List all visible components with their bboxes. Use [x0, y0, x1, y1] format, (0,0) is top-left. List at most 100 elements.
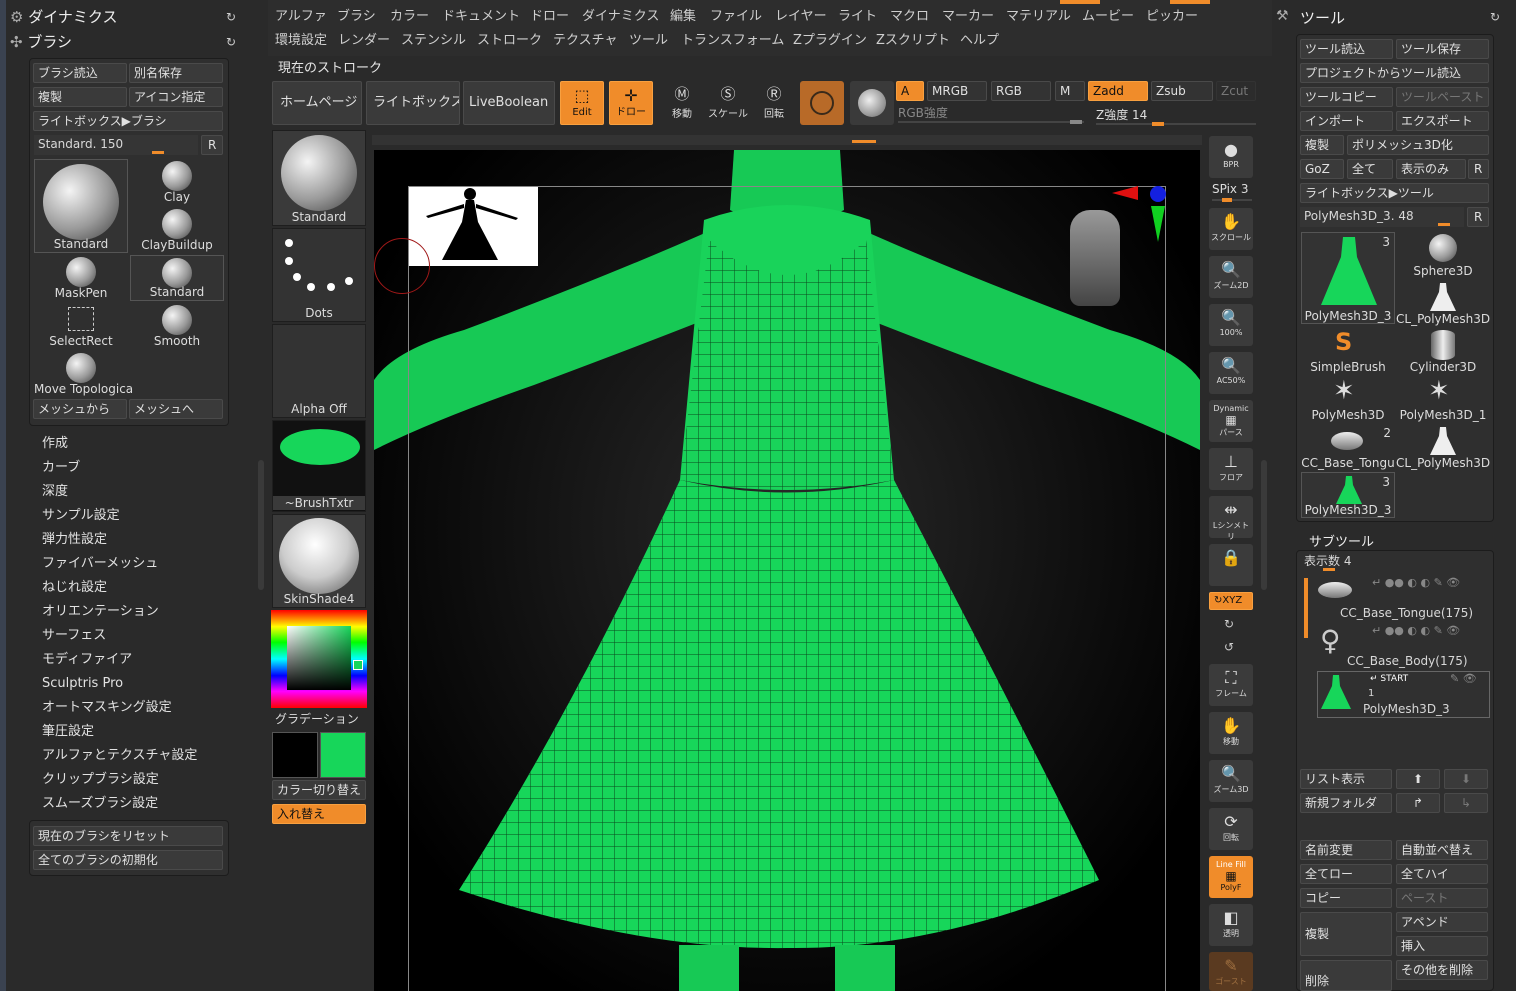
all-high-button[interactable]: 全てハイ [1396, 864, 1488, 884]
copy-subtool-button[interactable]: コピー [1300, 888, 1392, 908]
slider-thumb[interactable] [1152, 122, 1164, 126]
delete-button[interactable]: 削除 [1300, 960, 1392, 991]
menu-transform[interactable]: トランスフォーム [681, 30, 784, 52]
tool-cc-base-tongue[interactable]: 2 CC_Base_Tongu [1301, 424, 1395, 470]
brush-selectrect[interactable]: SelectRect [34, 303, 128, 349]
ac50-button[interactable]: 🔍 AC50% [1209, 352, 1253, 394]
brush-standard[interactable]: Standard [130, 255, 224, 301]
primary-color-swatch[interactable] [320, 732, 366, 778]
append-button[interactable]: アペンド [1396, 912, 1488, 932]
goz-all-button[interactable]: 全て [1347, 159, 1393, 179]
tool-cl-polymesh3d[interactable]: CL_PolyMesh3D [1396, 280, 1490, 326]
brush-claybuildup[interactable]: ClayBuildup [130, 207, 224, 253]
all-low-button[interactable]: 全てロー [1300, 864, 1392, 884]
list-view-button[interactable]: リスト表示 [1300, 769, 1392, 789]
navigation-head-icon[interactable] [1070, 210, 1120, 306]
brush-header[interactable]: ✣ ブラシ [10, 31, 72, 52]
canvas-viewport[interactable] [374, 150, 1200, 991]
menu-alpha[interactable]: アルファ [275, 6, 327, 28]
lightbox-tool-button[interactable]: ライトボックス▶ツール [1300, 183, 1489, 203]
lock-button[interactable]: 🔒 [1209, 544, 1253, 586]
tool-cylinder3d[interactable]: Cylinder3D [1396, 328, 1490, 374]
load-brush-button[interactable]: ブラシ読込 [33, 63, 127, 83]
tool-slider[interactable]: PolyMesh3D_3. 48 [1300, 207, 1464, 227]
mrgb-toggle[interactable]: MRGB [927, 81, 987, 101]
rgb-intensity-slider[interactable]: RGB強度 [898, 104, 1084, 124]
menu-fibermesh[interactable]: ファイバーメッシュ [42, 552, 232, 576]
insert-button[interactable]: 挿入 [1396, 936, 1488, 956]
menu-curve[interactable]: カーブ [42, 456, 232, 480]
symmetry-button[interactable]: ⇹ Lシンメトリ [1209, 496, 1253, 541]
menu-sculptris-pro[interactable]: Sculptris Pro [42, 672, 232, 696]
save-as-button[interactable]: 別名保存 [129, 63, 223, 83]
tool-polymesh3d[interactable]: ✶ PolyMesh3D [1301, 376, 1395, 422]
move-up-button[interactable]: ⬆ [1396, 769, 1440, 789]
subtool-toggle-icons[interactable]: ↵ ●● ◐ ◐ ✎ 👁 [1372, 576, 1460, 589]
menu-movie[interactable]: ムービー [1082, 6, 1134, 28]
menu-orientation[interactable]: オリエンテーション [42, 600, 232, 624]
texture-thumbnail[interactable]: ~BrushTxtr [272, 420, 366, 512]
menu-color[interactable]: カラー [390, 6, 429, 28]
export-button[interactable]: エクスポート [1396, 111, 1489, 131]
xyz-button[interactable]: ↻XYZ [1209, 592, 1253, 610]
goz-button[interactable]: GoZ [1300, 159, 1344, 179]
subtool-title[interactable]: サブツール [1309, 531, 1374, 550]
menu-edit[interactable]: 編集 [670, 6, 696, 28]
menu-brush[interactable]: ブラシ [337, 6, 376, 28]
texture-sphere-button[interactable] [850, 81, 894, 125]
refresh-icon[interactable]: ↻ [226, 35, 236, 49]
liveboolean-button[interactable]: LiveBoolean [463, 81, 555, 125]
reset-brush-button[interactable]: 現在のブラシをリセット [33, 826, 223, 846]
paste-subtool-button[interactable]: ペースト [1396, 888, 1488, 908]
menu-samples[interactable]: サンプル設定 [42, 504, 232, 528]
edit-button[interactable]: ⬚ Edit [560, 81, 604, 125]
menu-preferences[interactable]: 環境設定 [275, 30, 327, 52]
rotate-view-button[interactable]: ⟳ 回転 [1209, 808, 1253, 850]
menu-file[interactable]: ファイル [710, 6, 762, 28]
make-polymesh3d-button[interactable]: ポリメッシュ3D化 [1347, 135, 1489, 155]
menu-render[interactable]: レンダー [338, 30, 390, 52]
set-icon-button[interactable]: アイコン指定 [129, 87, 223, 107]
rgb-toggle[interactable]: RGB [991, 81, 1051, 101]
move-down-button[interactable]: ⬇ [1444, 769, 1488, 789]
scale-button[interactable]: Ⓢ スケール [706, 83, 750, 125]
r-button[interactable]: R [201, 135, 223, 155]
zcut-toggle[interactable]: Zcut [1216, 81, 1256, 101]
menu-smooth-brush[interactable]: スムーズブラシ設定 [42, 792, 232, 816]
rename-button[interactable]: 名前変更 [1300, 840, 1392, 860]
menu-modifiers[interactable]: モディファイア [42, 648, 232, 672]
r-button[interactable]: R [1468, 159, 1489, 179]
ghost-button[interactable]: ✎ ゴースト [1209, 952, 1253, 991]
zsub-toggle[interactable]: Zsub [1151, 81, 1213, 101]
load-tool-button[interactable]: ツール読込 [1300, 39, 1393, 59]
lightbox-button[interactable]: ライトボックス [366, 81, 460, 125]
color-switch-button[interactable]: カラー切り替え [272, 780, 366, 800]
brush-move-topological[interactable]: Move Topologica [34, 351, 133, 397]
zoom100-button[interactable]: 🔍 100% [1209, 304, 1253, 346]
tool-polymesh3d-3-large[interactable]: 3 PolyMesh3D_3 [1301, 232, 1395, 324]
spix-slider[interactable] [1212, 198, 1252, 202]
tool-simplebrush[interactable]: S SimpleBrush [1301, 328, 1395, 374]
slider-thumb[interactable] [1323, 568, 1335, 571]
rotate-z-icon[interactable]: ↺ [1224, 640, 1234, 654]
zoom3d-button[interactable]: 🔍 ズーム3D [1209, 760, 1253, 802]
polyframe-button[interactable]: Line Fill ▦ PolyF [1209, 856, 1253, 898]
menu-marker[interactable]: マーカー [942, 6, 994, 28]
stroke-type-thumbnail[interactable]: Dots [272, 228, 366, 322]
duplicate-button[interactable]: 複製 [33, 87, 127, 107]
color-cursor[interactable] [353, 660, 363, 670]
menu-document[interactable]: ドキュメント [442, 6, 520, 28]
brush-maskpen[interactable]: MaskPen [34, 255, 128, 301]
brush-clay[interactable]: Clay [130, 159, 224, 205]
swap-button[interactable]: 入れ替え [272, 804, 366, 824]
menu-dynamics[interactable]: ダイナミクス [582, 6, 659, 28]
subtool-scroll-indicator[interactable] [1304, 578, 1308, 638]
slider-thumb[interactable] [1222, 198, 1232, 202]
new-folder-button[interactable]: 新規フォルダ [1300, 793, 1392, 813]
menu-tablet-pressure[interactable]: 筆圧設定 [42, 720, 232, 744]
menu-automasking[interactable]: オートマスキング設定 [42, 696, 232, 720]
menu-light[interactable]: ライト [838, 6, 877, 28]
slider-thumb[interactable] [1438, 223, 1450, 226]
menu-twist[interactable]: ねじれ設定 [42, 576, 232, 600]
tool-polymesh3d-1[interactable]: ✶ PolyMesh3D_1 [1396, 376, 1490, 422]
